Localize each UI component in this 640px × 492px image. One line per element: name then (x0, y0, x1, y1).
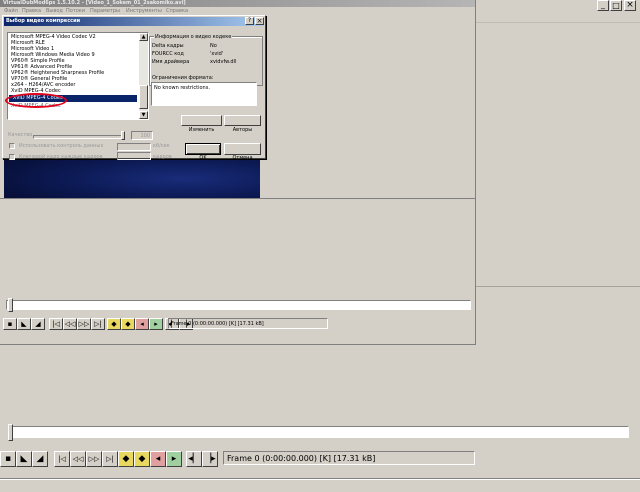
inner-window-border (475, 0, 476, 345)
menu-edit[interactable]: Правка (22, 8, 41, 15)
prev-key-button[interactable]: ◆ (118, 451, 134, 467)
play-output-button[interactable]: ◢ (32, 451, 48, 467)
inner-window-divider (0, 198, 476, 199)
fourcc-label: FOURCC код (152, 51, 184, 57)
end-button[interactable]: ▷| (102, 451, 118, 467)
play-input-button[interactable]: ◣ (16, 451, 32, 467)
keyframe-label: Ключевой кадр каждые кадров (19, 154, 103, 160)
dialog-title-text: Выбор видео компрессии (6, 18, 81, 24)
ok-button[interactable]: OK (185, 143, 221, 161)
restrictions-text: No known restrictions. (154, 85, 210, 91)
inner-status-field: Frame 0 (0:00:00.000) [K] [17.31 kB] (168, 318, 328, 329)
menu-options[interactable]: Параметры (90, 8, 120, 15)
ok-button-label: OK (199, 155, 207, 161)
next-key-button[interactable]: ◆ (121, 318, 135, 330)
next-frame-button[interactable]: ▷▷ (77, 318, 91, 330)
video-compression-dialog: Выбор видео компрессии ? × Microsoft MPE… (2, 15, 266, 161)
driver-name-value: xvidvfw.dll (210, 59, 237, 65)
target-rate-field[interactable] (117, 143, 151, 151)
dialog-close-button[interactable]: × (255, 17, 264, 25)
app-close-button[interactable]: × (624, 0, 636, 11)
right-panel-divider-mid (476, 286, 640, 287)
configure-button[interactable]: Изменить (181, 115, 222, 133)
main-title-text: VirtualDubMod6ps 1.5.10.2 - [Video_1_Sok… (3, 0, 186, 6)
close-icon: × (626, 0, 634, 10)
annotation-ellipse (5, 93, 67, 108)
menu-tools[interactable]: Инструменты (126, 8, 162, 15)
close-icon: × (256, 17, 263, 25)
about-button-label: Авторы (232, 127, 253, 133)
restrictions-box: No known restrictions. (151, 82, 257, 106)
restrictions-label: Ограничения формата: (152, 75, 214, 81)
keyframe-unit: кадров (153, 154, 172, 160)
start-button[interactable]: |◁ (54, 451, 70, 467)
inner-status-text: Frame 0 (0:00:00.000) [K] [17.31 kB] (171, 321, 264, 327)
cancel-button[interactable]: Отмена (224, 143, 261, 161)
quality-slider-thumb[interactable] (121, 131, 125, 140)
next-frame-button[interactable]: ▷▷ (86, 451, 102, 467)
about-button[interactable]: Авторы (224, 115, 261, 133)
mark-out-button[interactable]: ▕▸ (202, 451, 218, 467)
status-text: Frame 0 (0:00:00.000) [K] [17.31 kB] (227, 454, 376, 463)
main-toolbar: ▪ ◣ ◢ |◁ ◁◁ ▷▷ ▷| ◆ ◆ ◂ ▸ ◂▏ ▕▸ (0, 451, 230, 467)
keyframe-checkbox[interactable] (9, 154, 15, 160)
inner-position-thumb[interactable] (8, 298, 13, 312)
scroll-up-button[interactable]: ▲ (139, 33, 148, 41)
scene-rev-button[interactable]: ◂ (135, 318, 149, 330)
end-button[interactable]: ▷| (91, 318, 105, 330)
target-rate-label: Использовать контроль данных (19, 143, 104, 149)
dialog-help-button[interactable]: ? (245, 17, 254, 25)
status-field: Frame 0 (0:00:00.000) [K] [17.31 kB] (223, 451, 475, 465)
target-rate-unit: кб/сек (153, 143, 170, 149)
menu-help[interactable]: Справка (166, 8, 188, 15)
delta-frames-label: Delta кадры (152, 43, 184, 49)
scene-fwd-button[interactable]: ▸ (149, 318, 163, 330)
quality-label: Качество (8, 132, 33, 138)
app-minimize-button[interactable]: _ (597, 0, 609, 11)
app-maximize-button[interactable]: □ (610, 0, 622, 11)
scroll-thumb[interactable] (139, 85, 148, 109)
next-key-button[interactable]: ◆ (134, 451, 150, 467)
dialog-title-bar: Выбор видео компрессии ? × (4, 17, 264, 26)
keyframe-field[interactable] (117, 152, 151, 160)
bottom-status-divider-light (0, 479, 640, 480)
stop-button[interactable]: ▪ (3, 318, 17, 330)
position-track[interactable] (8, 426, 629, 438)
prev-frame-button[interactable]: ◁◁ (63, 318, 77, 330)
start-button[interactable]: |◁ (49, 318, 63, 330)
scene-rev-button[interactable]: ◂ (150, 451, 166, 467)
codec-list-scrollbar[interactable]: ▲ ▼ (139, 33, 148, 119)
menu-streams[interactable]: Потоки (66, 8, 85, 15)
play-output-button[interactable]: ◢ (31, 318, 45, 330)
scene-fwd-button[interactable]: ▸ (166, 451, 182, 467)
target-rate-checkbox[interactable] (9, 143, 15, 149)
mark-in-button[interactable]: ◂▏ (186, 451, 202, 467)
maximize-icon: □ (612, 1, 620, 10)
prev-frame-button[interactable]: ◁◁ (70, 451, 86, 467)
position-thumb[interactable] (8, 424, 13, 441)
configure-button-label: Изменить (188, 127, 215, 133)
quality-slider-track[interactable] (33, 135, 123, 139)
prev-key-button[interactable]: ◆ (107, 318, 121, 330)
fourcc-value: 'xvid' (210, 51, 224, 57)
minimize-icon: _ (601, 0, 605, 9)
quality-value: 100 (140, 133, 150, 139)
codec-info-group-label: Информация о видео кодеке (154, 34, 233, 40)
menu-view[interactable]: Вывод (46, 8, 63, 15)
scroll-down-button[interactable]: ▼ (139, 111, 148, 119)
help-icon: ? (247, 17, 252, 24)
play-input-button[interactable]: ◣ (17, 318, 31, 330)
right-panel-divider-top (476, 22, 640, 23)
driver-name-label: Имя драйвера (152, 59, 190, 65)
stop-button[interactable]: ▪ (0, 451, 16, 467)
cancel-button-label: Отмена (232, 155, 253, 161)
inner-position-track[interactable] (6, 300, 471, 310)
menu-file[interactable]: Файл (4, 8, 18, 15)
main-menu-bar: Файл Правка Вывод Потоки Параметры Инстр… (0, 7, 476, 15)
quality-value-field[interactable]: 100 (131, 131, 153, 140)
inner-window-bottom (0, 344, 476, 345)
delta-frames-value: No (210, 43, 217, 49)
main-title-bar: VirtualDubMod6ps 1.5.10.2 - [Video_1_Sok… (0, 0, 476, 7)
